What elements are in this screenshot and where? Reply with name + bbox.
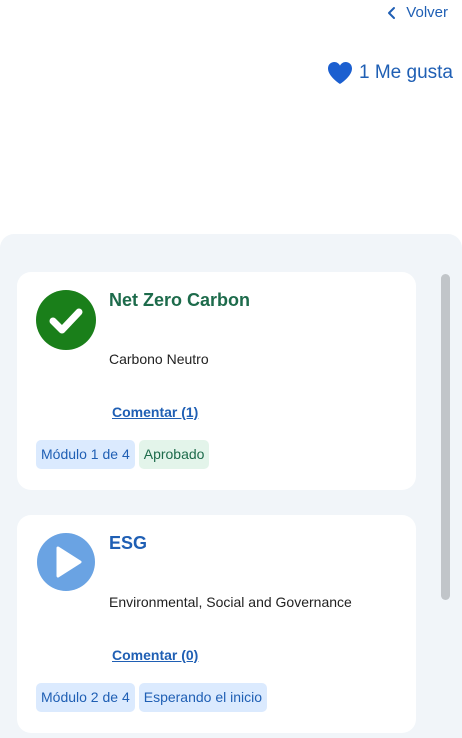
module-title: ESG xyxy=(109,533,148,553)
scrollbar[interactable] xyxy=(441,274,451,604)
like-button[interactable]: 1 Me gusta xyxy=(327,61,453,85)
module-subtitle: Carbono Neutro xyxy=(109,351,209,367)
comment-link[interactable]: Comentar (0) xyxy=(112,647,198,663)
play-circle-icon xyxy=(37,533,95,591)
comment-link[interactable]: Comentar (1) xyxy=(112,404,198,420)
check-circle-icon xyxy=(36,290,96,350)
chevron-left-icon xyxy=(388,6,396,19)
heart-icon xyxy=(328,62,352,84)
module-badges: Módulo 2 de 4 Esperando el inicio xyxy=(36,683,268,712)
status-badge: Aprobado xyxy=(138,440,210,469)
module-progress-badge: Módulo 1 de 4 xyxy=(36,440,135,469)
module-title: Net Zero Carbon xyxy=(109,290,251,310)
module-card[interactable]: ESG Environmental, Social and Governance… xyxy=(17,515,416,733)
back-label: Volver xyxy=(406,4,448,21)
module-subtitle: Environmental, Social and Governance xyxy=(109,594,352,610)
modules-panel: Net Zero Carbon Carbono Neutro Comentar … xyxy=(0,234,462,738)
scrollbar-thumb[interactable] xyxy=(441,274,450,600)
module-progress-badge: Módulo 2 de 4 xyxy=(36,683,135,712)
likes-count-label: 1 Me gusta xyxy=(359,62,453,83)
status-badge: Esperando el inicio xyxy=(138,683,268,712)
module-badges: Módulo 1 de 4 Aprobado xyxy=(36,440,210,469)
module-card[interactable]: Net Zero Carbon Carbono Neutro Comentar … xyxy=(17,272,416,490)
back-link[interactable]: Volver xyxy=(386,4,448,21)
